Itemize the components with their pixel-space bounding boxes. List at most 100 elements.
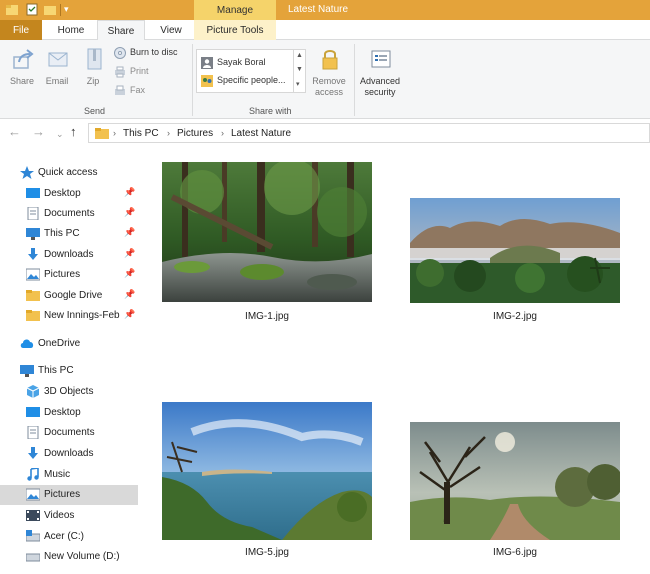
- email-button[interactable]: Email: [40, 46, 74, 94]
- address-bar[interactable]: › This PC › Pictures › Latest Nature: [88, 123, 650, 143]
- cloud-icon: [20, 339, 34, 348]
- cube-icon: [26, 385, 40, 398]
- expand-icon[interactable]: ▾: [296, 80, 300, 88]
- folder-icon: [26, 310, 40, 321]
- pin-icon[interactable]: 📌: [124, 268, 135, 279]
- file-name-img-1[interactable]: IMG-1.jpg: [187, 311, 347, 322]
- thumbnail-img-1[interactable]: [162, 162, 372, 302]
- tab-manage[interactable]: Manage: [194, 0, 276, 20]
- nav-label: Documents: [44, 208, 95, 219]
- forward-icon[interactable]: →: [32, 125, 45, 139]
- nav-onedrive[interactable]: OneDrive: [0, 334, 138, 354]
- pin-icon[interactable]: 📌: [124, 187, 135, 198]
- desktop-icon: [26, 188, 40, 198]
- drive-icon: [26, 553, 40, 562]
- customize-quick-access-icon[interactable]: ▾: [64, 4, 69, 15]
- advanced-security-label: Advanced security: [359, 76, 401, 97]
- nav-new-innings-pinned[interactable]: New Innings-Feb 📌: [0, 306, 138, 326]
- downloads-icon: [28, 447, 38, 459]
- remove-access-button[interactable]: Remove access: [312, 46, 346, 97]
- nav-label: This PC: [44, 228, 80, 239]
- tab-file[interactable]: File: [0, 20, 42, 40]
- pin-icon[interactable]: 📌: [124, 248, 135, 259]
- documents-icon: [27, 426, 39, 439]
- scroll-up-icon[interactable]: ▲: [296, 52, 303, 59]
- properties-icon[interactable]: [26, 3, 38, 16]
- tab-share[interactable]: Share: [97, 20, 145, 41]
- specific-people-label: Specific people...: [217, 75, 286, 85]
- nav-this-pc[interactable]: This PC: [0, 361, 138, 381]
- folder-icon: [26, 290, 40, 301]
- remove-access-label: Remove access: [312, 76, 346, 97]
- nav-label: Quick access: [38, 167, 98, 178]
- print-label: Print: [130, 66, 149, 76]
- thumbnail-img-6[interactable]: [410, 422, 620, 540]
- share-with-user-label: Sayak Boral: [217, 57, 266, 67]
- thumbnail-img-5[interactable]: [162, 402, 372, 540]
- pictures-icon: [26, 488, 40, 501]
- pin-icon[interactable]: 📌: [124, 309, 135, 320]
- nav-videos[interactable]: Videos: [0, 506, 138, 526]
- file-name-img-5[interactable]: IMG-5.jpg: [187, 547, 347, 558]
- breadcrumb-chevron-icon[interactable]: ›: [221, 128, 224, 138]
- nav-label: Videos: [44, 510, 75, 521]
- breadcrumb-this-pc[interactable]: This PC: [123, 128, 159, 139]
- send-group-label: Send: [84, 106, 106, 116]
- pin-icon[interactable]: 📌: [124, 207, 135, 218]
- new-folder-icon[interactable]: [44, 3, 56, 16]
- nav-google-drive-pinned[interactable]: Google Drive 📌: [0, 286, 138, 306]
- nav-music[interactable]: Music: [0, 465, 138, 485]
- advanced-security-button[interactable]: Advanced security: [360, 46, 400, 97]
- tab-picture-tools[interactable]: Picture Tools: [194, 20, 276, 40]
- nav-documents-pinned[interactable]: Documents 📌: [0, 204, 138, 224]
- nav-pictures[interactable]: Pictures: [0, 485, 138, 505]
- title-bar: ▾ Manage Latest Nature: [0, 0, 650, 20]
- nav-label: Downloads: [44, 249, 94, 260]
- nav-drive-c[interactable]: Acer (C:): [0, 527, 138, 547]
- breadcrumb-pictures[interactable]: Pictures: [177, 128, 213, 139]
- pin-icon[interactable]: 📌: [124, 227, 135, 238]
- forest-stream-image: [162, 162, 372, 302]
- tab-view[interactable]: View: [149, 20, 193, 40]
- tab-home[interactable]: Home: [48, 20, 94, 40]
- fax-icon: [115, 85, 125, 95]
- up-icon[interactable]: ↑: [70, 125, 77, 139]
- pictures-icon: [26, 268, 40, 281]
- nav-downloads[interactable]: Downloads: [0, 444, 138, 464]
- nav-documents[interactable]: Documents: [0, 423, 138, 443]
- printer-icon: [115, 66, 125, 78]
- nav-quick-access[interactable]: Quick access: [0, 163, 138, 183]
- qa-separator: [60, 4, 61, 16]
- zip-button[interactable]: Zip: [76, 46, 110, 94]
- nav-drive-d[interactable]: New Volume (D:): [0, 547, 138, 567]
- nav-this-pc-pinned[interactable]: This PC 📌: [0, 224, 138, 244]
- nav-label: Pictures: [44, 269, 81, 280]
- breadcrumb-chevron-icon[interactable]: ›: [167, 128, 170, 138]
- security-icon: [371, 50, 391, 68]
- fax-label: Fax: [130, 85, 146, 95]
- file-name-img-6[interactable]: IMG-6.jpg: [435, 547, 595, 558]
- zip-icon: [87, 48, 102, 70]
- window-title: Latest Nature: [288, 4, 349, 15]
- scroll-down-icon[interactable]: ▼: [296, 66, 303, 73]
- nav-pictures-pinned[interactable]: Pictures 📌: [0, 265, 138, 285]
- breadcrumb-chevron-icon[interactable]: ›: [113, 128, 116, 138]
- share-with-scroll[interactable]: ▲ ▼ ▾: [294, 49, 306, 93]
- recent-locations-icon[interactable]: ⌄: [56, 127, 64, 141]
- file-name-img-2[interactable]: IMG-2.jpg: [435, 311, 595, 322]
- people-icon: [201, 75, 213, 87]
- nav-downloads-pinned[interactable]: Downloads 📌: [0, 245, 138, 265]
- nav-3d-objects[interactable]: 3D Objects: [0, 382, 138, 402]
- back-icon[interactable]: ←: [8, 125, 21, 139]
- nav-desktop[interactable]: Desktop: [0, 403, 138, 423]
- nav-label: Acer (C:): [44, 531, 84, 542]
- ribbon-tabs: File Home Share View Picture Tools: [0, 20, 650, 41]
- nav-desktop-pinned[interactable]: Desktop 📌: [0, 184, 138, 204]
- breadcrumb-latest-nature[interactable]: Latest Nature: [231, 128, 291, 139]
- downloads-icon: [28, 248, 38, 260]
- thumbnail-img-2[interactable]: [410, 198, 620, 303]
- pin-icon[interactable]: 📌: [124, 289, 135, 300]
- navigation-bar: ← → ⌄ ↑ › This PC › Pictures › Latest Na…: [0, 120, 650, 146]
- lock-icon: [322, 50, 338, 70]
- documents-icon: [27, 207, 39, 220]
